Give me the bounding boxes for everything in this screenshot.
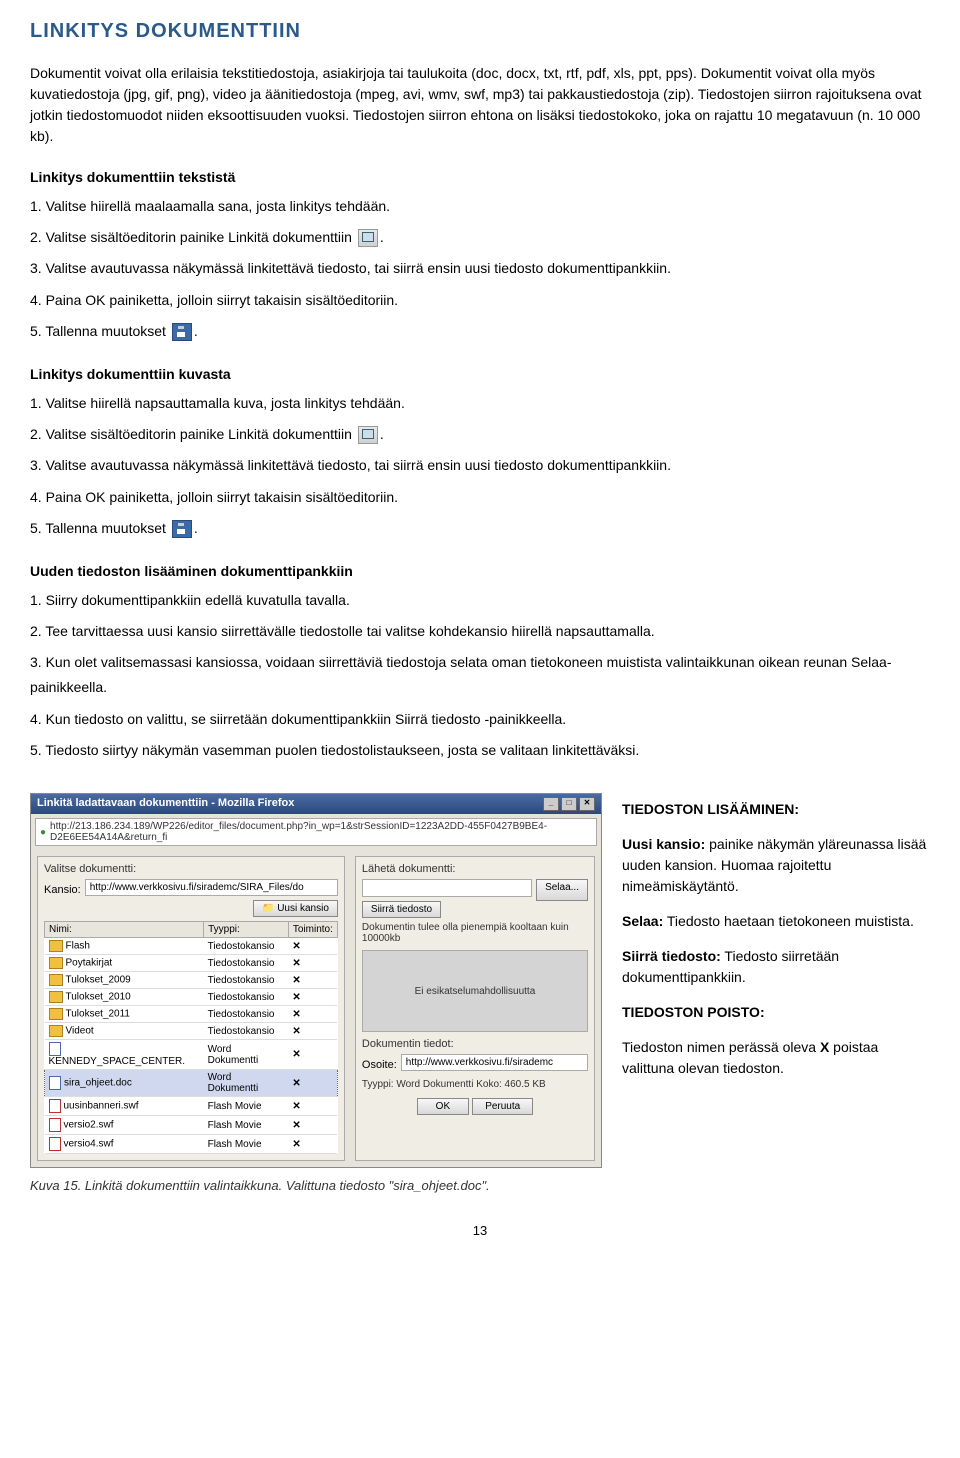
delete-icon[interactable]: ✕ bbox=[288, 1116, 337, 1135]
doc-icon bbox=[49, 1042, 61, 1056]
step-c2: 2. Tee tarvittaessa uusi kansio siirrett… bbox=[30, 619, 930, 644]
section-b-heading: Linkitys dokumenttiin kuvasta bbox=[30, 364, 930, 385]
delete-icon[interactable]: ✕ bbox=[288, 1135, 337, 1154]
minimize-icon[interactable]: _ bbox=[543, 797, 559, 811]
folder-icon bbox=[49, 1025, 63, 1037]
delete-icon[interactable]: ✕ bbox=[288, 972, 337, 989]
table-row[interactable]: PoytakirjatTiedostokansio✕ bbox=[45, 955, 338, 972]
dialog-titlebar: Linkitä ladattavaan dokumenttiin - Mozil… bbox=[31, 794, 601, 814]
file-table: Nimi: Tyyppi: Toiminto: FlashTiedostokan… bbox=[44, 921, 338, 1154]
save-icon bbox=[172, 323, 192, 341]
save-icon bbox=[172, 520, 192, 538]
table-row[interactable]: Tulokset_2011Tiedostokansio✕ bbox=[45, 1006, 338, 1023]
left-label: Valitse dokumentti: bbox=[44, 863, 338, 875]
peruuta-button[interactable]: Peruuta bbox=[472, 1098, 533, 1115]
step-b5: 5. Tallenna muutokset . bbox=[30, 516, 930, 541]
page-number: 13 bbox=[30, 1223, 930, 1238]
section-a-heading: Linkitys dokumenttiin tekstistä bbox=[30, 167, 930, 188]
table-row[interactable]: FlashTiedostokansio✕ bbox=[45, 938, 338, 955]
size-note: Dokumentin tulee olla pienempiä kooltaan… bbox=[362, 922, 588, 944]
kansio-input[interactable]: http://www.verkkosivu.fi/sirademc/SIRA_F… bbox=[85, 879, 338, 896]
step-a5: 5. Tallenna muutokset . bbox=[30, 319, 930, 344]
step-c5: 5. Tiedosto siirtyy näkymän vasemman puo… bbox=[30, 738, 930, 763]
doc-icon bbox=[49, 1076, 61, 1090]
delete-icon[interactable]: ✕ bbox=[288, 1070, 337, 1097]
sidebar-info: TIEDOSTON LISÄÄMINEN: Uusi kansio: paini… bbox=[622, 793, 930, 1093]
swf-icon bbox=[49, 1099, 61, 1113]
folder-icon bbox=[49, 974, 63, 986]
delete-icon[interactable]: ✕ bbox=[288, 1006, 337, 1023]
tiedot-label: Dokumentin tiedot: bbox=[362, 1038, 588, 1050]
intro-paragraph: Dokumentit voivat olla erilaisia tekstit… bbox=[30, 63, 930, 147]
delete-icon[interactable]: ✕ bbox=[288, 989, 337, 1006]
step-c3: 3. Kun olet valitsemassasi kansiossa, vo… bbox=[30, 650, 930, 700]
tyyppi-koko: Tyyppi: Word Dokumentti Koko: 460.5 KB bbox=[362, 1079, 588, 1090]
table-row[interactable]: Tulokset_2010Tiedostokansio✕ bbox=[45, 989, 338, 1006]
delete-icon[interactable]: ✕ bbox=[288, 1040, 337, 1070]
folder-icon bbox=[49, 991, 63, 1003]
table-row[interactable]: versio4.swfFlash Movie✕ bbox=[45, 1135, 338, 1154]
folder-icon bbox=[49, 1008, 63, 1020]
table-row[interactable]: sira_ohjeet.docWord Dokumentti✕ bbox=[45, 1070, 338, 1097]
delete-icon[interactable]: ✕ bbox=[288, 938, 337, 955]
table-row[interactable]: uusinbanneri.swfFlash Movie✕ bbox=[45, 1097, 338, 1116]
step-b3: 3. Valitse avautuvassa näkymässä linkite… bbox=[30, 453, 930, 478]
step-a4: 4. Paina OK painiketta, jolloin siirryt … bbox=[30, 288, 930, 313]
table-row[interactable]: Tulokset_2009Tiedostokansio✕ bbox=[45, 972, 338, 989]
step-b1: 1. Valitse hiirellä napsauttamalla kuva,… bbox=[30, 391, 930, 416]
step-a1: 1. Valitse hiirellä maalaamalla sana, jo… bbox=[30, 194, 930, 219]
step-c1: 1. Siirry dokumenttipankkiin edellä kuva… bbox=[30, 588, 930, 613]
folder-icon bbox=[49, 940, 63, 952]
maximize-icon[interactable]: □ bbox=[561, 797, 577, 811]
upload-input[interactable] bbox=[362, 879, 532, 897]
delete-icon[interactable]: ✕ bbox=[288, 1097, 337, 1116]
dialog-screenshot: Linkitä ladattavaan dokumenttiin - Mozil… bbox=[30, 793, 602, 1168]
sidebar-h1: TIEDOSTON LISÄÄMINEN: bbox=[622, 799, 930, 820]
step-a3: 3. Valitse avautuvassa näkymässä linkite… bbox=[30, 256, 930, 281]
delete-icon[interactable]: ✕ bbox=[288, 955, 337, 972]
link-document-icon bbox=[358, 229, 378, 247]
figure-caption: Kuva 15. Linkitä dokumenttiin valintaikk… bbox=[30, 1178, 602, 1193]
table-row[interactable]: KENNEDY_SPACE_CENTER.Word Dokumentti✕ bbox=[45, 1040, 338, 1070]
right-label: Lähetä dokumentti: bbox=[362, 863, 588, 875]
ok-button[interactable]: OK bbox=[417, 1098, 469, 1115]
col-toiminto[interactable]: Toiminto: bbox=[288, 922, 337, 938]
dialog-url: ●http://213.186.234.189/WP226/editor_fil… bbox=[35, 818, 597, 846]
step-b2: 2. Valitse sisältöeditorin painike Linki… bbox=[30, 422, 930, 447]
osoite-input[interactable]: http://www.verkkosivu.fi/sirademc bbox=[401, 1054, 588, 1071]
swf-icon bbox=[49, 1118, 61, 1132]
page-title: LINKITYS DOKUMENTTIIN bbox=[30, 20, 930, 43]
col-tyyppi[interactable]: Tyyppi: bbox=[204, 922, 289, 938]
col-nimi[interactable]: Nimi: bbox=[45, 922, 204, 938]
step-b4: 4. Paina OK painiketta, jolloin siirryt … bbox=[30, 485, 930, 510]
swf-icon bbox=[49, 1137, 61, 1151]
uusi-kansio-button[interactable]: 📁 Uusi kansio bbox=[253, 900, 338, 917]
link-document-icon bbox=[358, 426, 378, 444]
close-icon[interactable]: ✕ bbox=[579, 797, 595, 811]
kansio-label: Kansio: bbox=[44, 884, 81, 896]
folder-icon bbox=[49, 957, 63, 969]
osoite-label: Osoite: bbox=[362, 1059, 397, 1071]
step-a2: 2. Valitse sisältöeditorin painike Linki… bbox=[30, 225, 930, 250]
table-row[interactable]: VideotTiedostokansio✕ bbox=[45, 1023, 338, 1040]
sidebar-h2: TIEDOSTON POISTO: bbox=[622, 1002, 930, 1023]
selaa-button[interactable]: Selaa... bbox=[536, 879, 588, 901]
delete-icon[interactable]: ✕ bbox=[288, 1023, 337, 1040]
table-row[interactable]: versio2.swfFlash Movie✕ bbox=[45, 1116, 338, 1135]
section-c-heading: Uuden tiedoston lisääminen dokumenttipan… bbox=[30, 561, 930, 582]
step-c4: 4. Kun tiedosto on valittu, se siirretää… bbox=[30, 707, 930, 732]
preview-box: Ei esikatselumahdollisuutta bbox=[362, 950, 588, 1032]
siirra-button[interactable]: Siirrä tiedosto bbox=[362, 901, 441, 918]
